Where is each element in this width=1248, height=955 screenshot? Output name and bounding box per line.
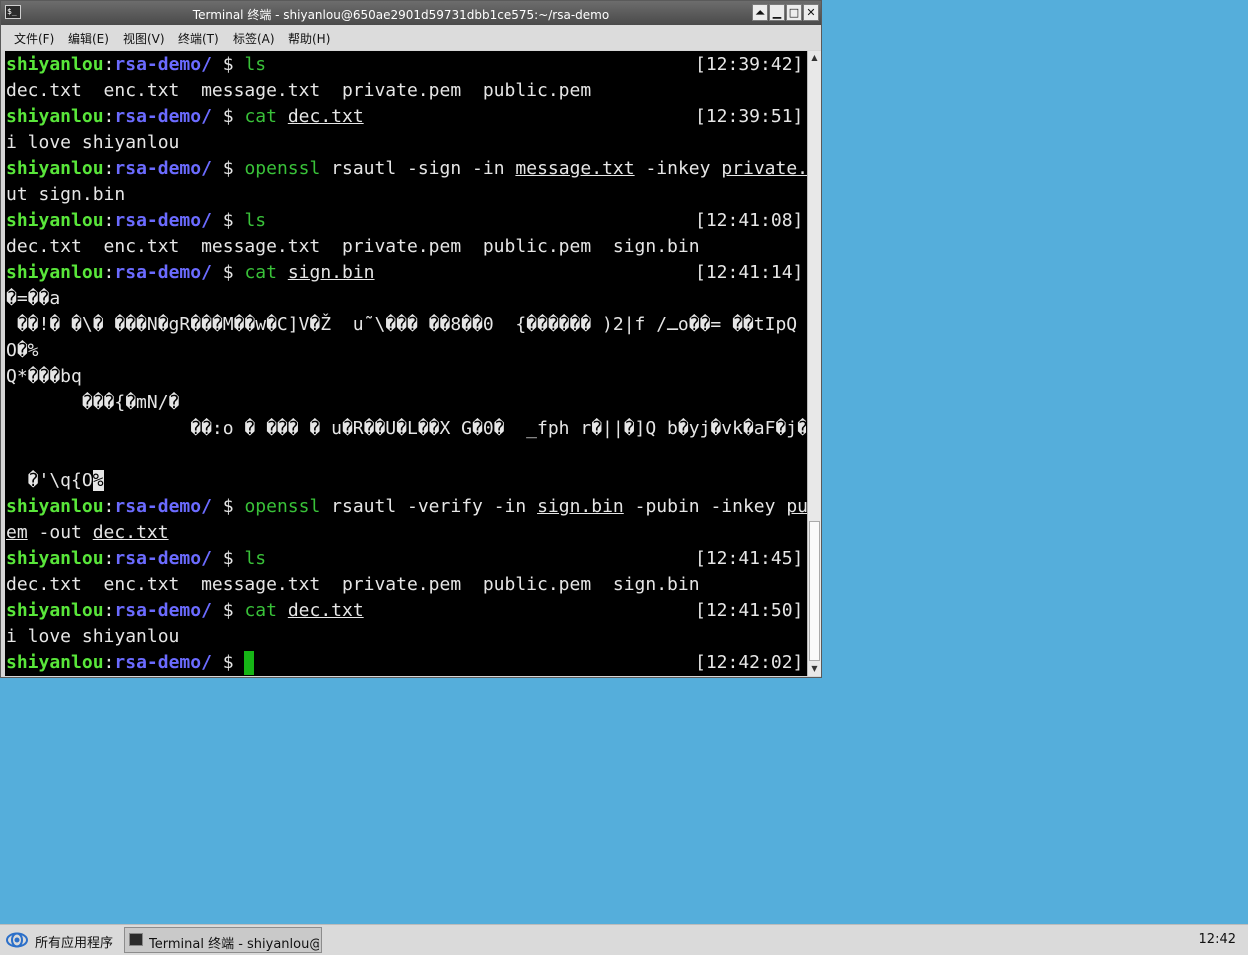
terminal-output[interactable]: shiyanlou:rsa-demo/ $ ls [12:39:42] dec.… <box>5 51 807 676</box>
output-line: dec.txt enc.txt message.txt private.pem … <box>6 574 700 595</box>
title-bar[interactable]: $_ Terminal 终端 - shiyanlou@650ae2901d597… <box>1 1 821 25</box>
taskbar-terminal-label: Terminal 终端 - shiyanlou@… <box>149 937 319 952</box>
output-line: em -out dec.txt <box>6 522 169 543</box>
prompt-line: shiyanlou:rsa-demo/ $ ls <box>6 54 267 75</box>
prompt-line: shiyanlou:rsa-demo/ $ openssl rsautl -ve… <box>6 496 807 517</box>
binary-output-line: ��!� �\� ���N�gR���M��w�C]V�Ž u˜\��� ��8… <box>16 314 798 335</box>
scrollbar-thumb[interactable] <box>809 521 820 661</box>
vertical-scrollbar[interactable]: ▲ ▼ <box>807 51 821 676</box>
timestamp: [12:41:45] <box>695 548 804 569</box>
text-cursor <box>244 651 255 675</box>
menu-tabs[interactable]: 标签(A) <box>233 30 275 47</box>
output-line: dec.txt enc.txt message.txt private.pem … <box>6 80 592 101</box>
menu-bar: 文件(F) 编辑(E) 视图(V) 终端(T) 标签(A) 帮助(H) <box>1 25 821 50</box>
binary-output-line: O�% <box>6 340 39 361</box>
terminal-window: $_ Terminal 终端 - shiyanlou@650ae2901d597… <box>0 0 822 678</box>
menu-help[interactable]: 帮助(H) <box>288 30 330 47</box>
clock[interactable]: 12:42 <box>1199 932 1236 947</box>
output-line: i love shiyanlou <box>6 626 180 647</box>
applications-menu-label: 所有应用程序 <box>35 936 114 951</box>
output-line: i love shiyanlou <box>6 132 180 153</box>
binary-output-line: �=��a <box>6 288 61 309</box>
menu-file[interactable]: 文件(F) <box>14 30 54 47</box>
scroll-up-arrow-icon[interactable]: ▲ <box>808 51 821 65</box>
timestamp: [12:39:42] <box>695 54 804 75</box>
prompt-line: shiyanlou:rsa-demo/ $ cat dec.txt <box>6 106 364 127</box>
scroll-down-arrow-icon[interactable]: ▼ <box>808 662 821 676</box>
timestamp: [12:42:02] <box>695 652 804 673</box>
timestamp: [12:41:14] <box>695 262 804 283</box>
menu-view[interactable]: 视图(V) <box>123 30 165 47</box>
applications-logo-icon <box>6 932 28 948</box>
current-prompt-line[interactable]: shiyanlou:rsa-demo/ $ <box>6 650 255 676</box>
close-button[interactable]: ✕ <box>803 4 819 21</box>
output-line: ut sign.bin <box>6 184 126 205</box>
prompt-line: shiyanlou:rsa-demo/ $ cat sign.bin <box>6 262 375 283</box>
taskbar-terminal-button[interactable]: Terminal 终端 - shiyanlou@… <box>124 927 322 953</box>
minimize-button[interactable]: ▁ <box>769 4 785 21</box>
timestamp: [12:41:50] <box>695 600 804 621</box>
binary-output-line: Q*���bq <box>6 366 82 387</box>
taskbar: 所有应用程序 Terminal 终端 - shiyanlou@… 12:42 <box>0 924 1248 955</box>
terminal-icon <box>129 933 143 946</box>
timestamp: [12:39:51] <box>695 106 804 127</box>
window-title: Terminal 终端 - shiyanlou@650ae2901d59731d… <box>192 8 610 22</box>
prompt-line: shiyanlou:rsa-demo/ $ openssl rsautl -si… <box>6 158 807 179</box>
binary-output-line: ��:o � ��� � u�R��U�L��X G�0� _fph r�||�… <box>6 418 806 439</box>
output-line: dec.txt enc.txt message.txt private.pem … <box>6 236 700 257</box>
prompt-line: shiyanlou:rsa-demo/ $ cat dec.txt <box>6 600 364 621</box>
prompt-line: shiyanlou:rsa-demo/ $ ls <box>6 548 267 569</box>
menu-terminal[interactable]: 终端(T) <box>178 30 219 47</box>
binary-output-line: �'\q{O% <box>6 470 104 491</box>
shade-button[interactable]: ⏶ <box>752 4 768 21</box>
binary-output-line: ���{�mN/� <box>6 392 180 413</box>
menu-edit[interactable]: 编辑(E) <box>68 30 109 47</box>
timestamp: [12:41:08] <box>695 210 804 231</box>
prompt-line: shiyanlou:rsa-demo/ $ ls <box>6 210 267 231</box>
maximize-button[interactable]: □ <box>786 4 802 21</box>
